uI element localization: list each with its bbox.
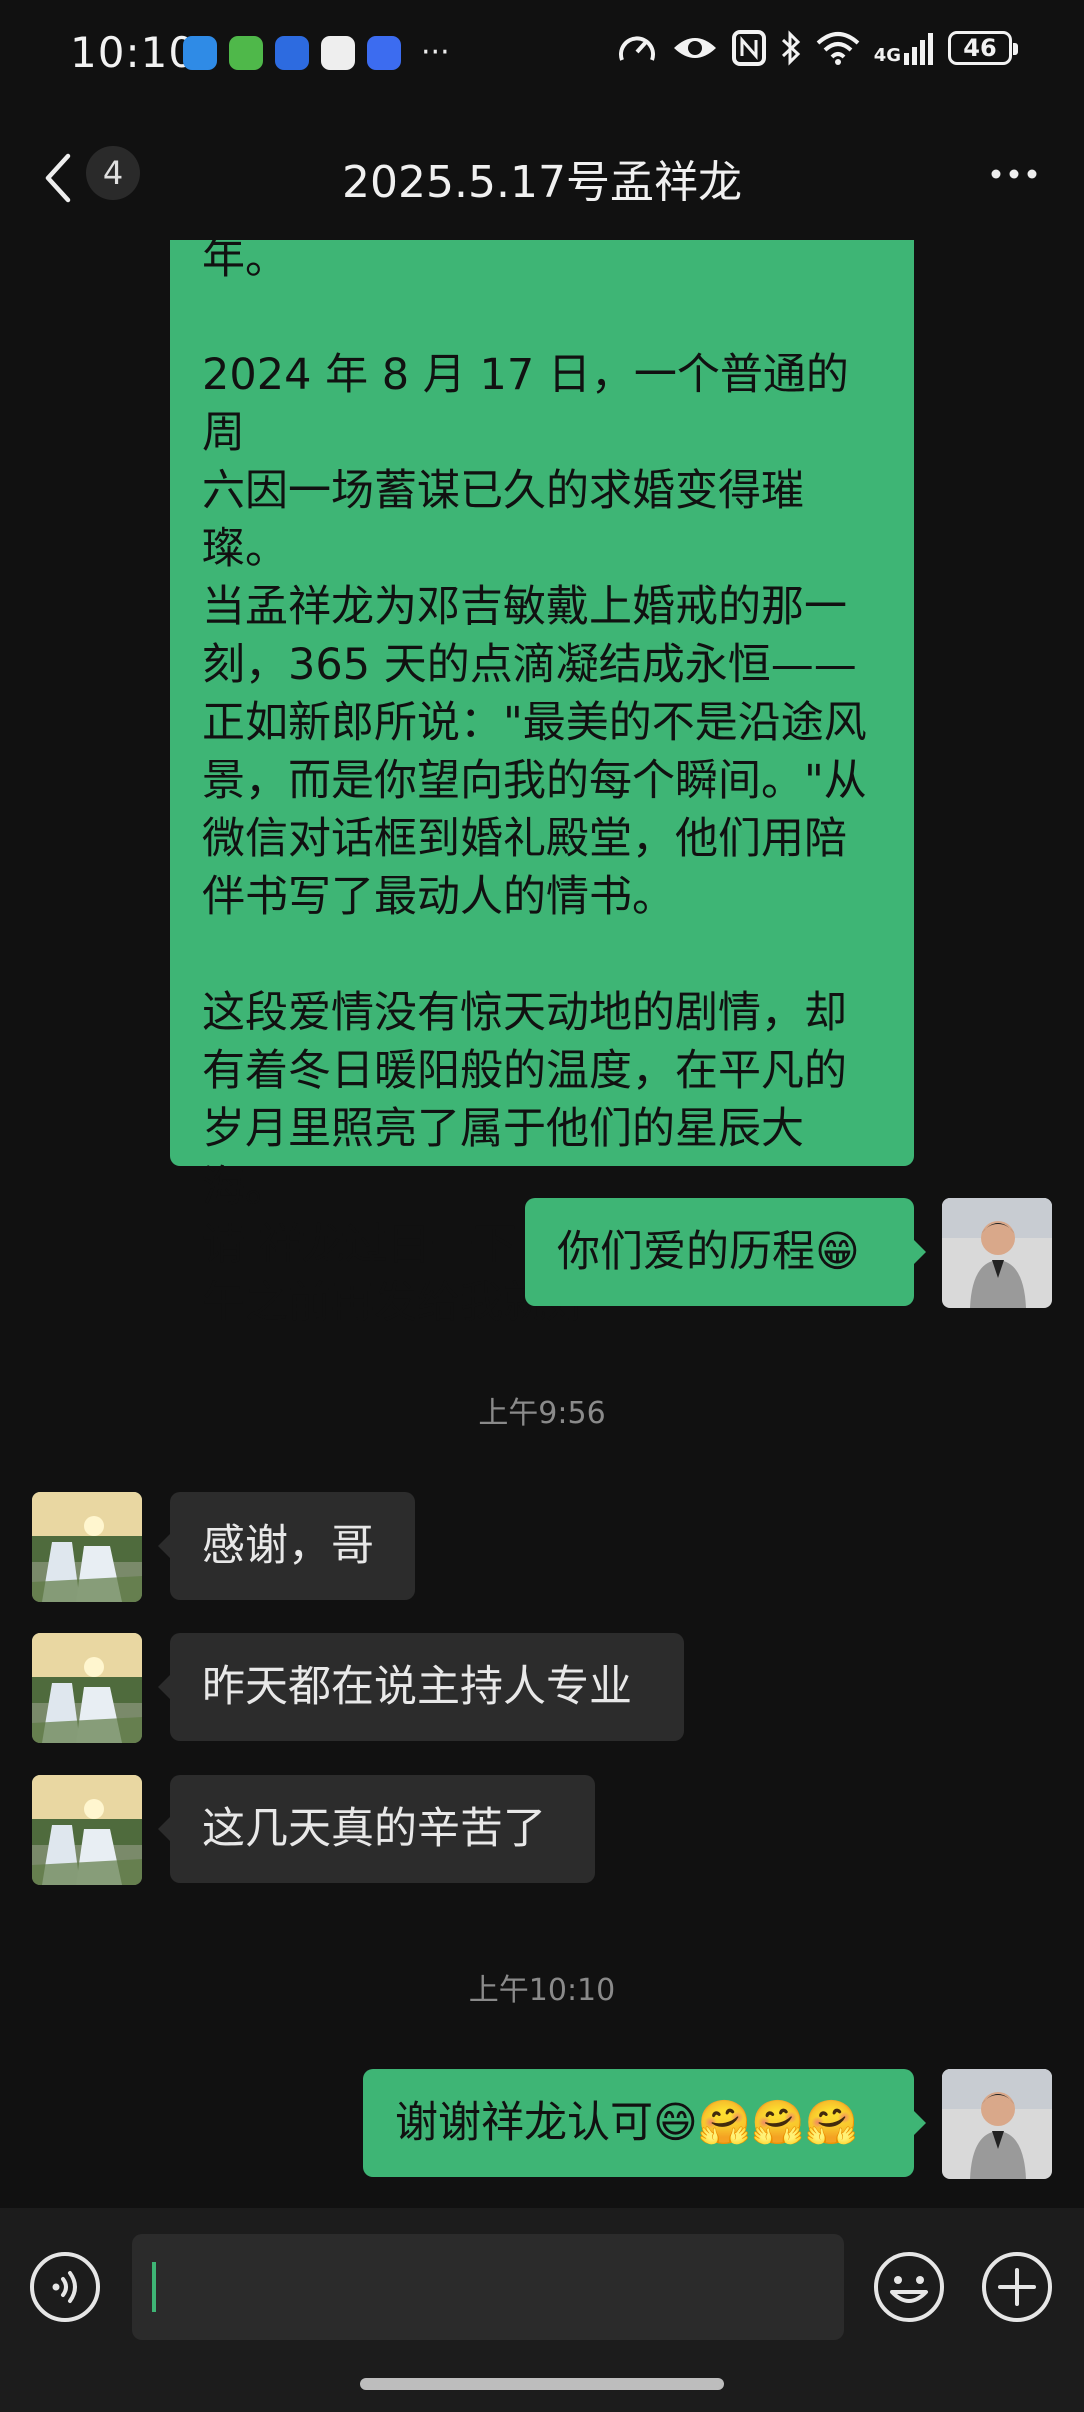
status-right: 4G 46 xyxy=(616,30,1018,66)
waterfall-avatar-icon xyxy=(32,1492,142,1602)
contact-avatar[interactable] xyxy=(32,1775,142,1885)
timestamp: 上午10:10 xyxy=(468,1973,616,2008)
wifi-icon xyxy=(816,32,860,65)
plus-icon[interactable] xyxy=(980,2250,1054,2324)
video-app-icon xyxy=(321,36,355,70)
bubble-tail xyxy=(158,1817,170,1841)
map-app-icon xyxy=(229,36,263,70)
bubble-tail xyxy=(158,1675,170,1699)
message-bubble-long[interactable]: 年。 2024 年 8 月 17 日，一个普通的周 六因一场蓄谋已久的求婚变得璀… xyxy=(170,240,914,1328)
bubble-tail xyxy=(158,1534,170,1558)
message-text: 感谢，哥 xyxy=(202,1521,374,1571)
message-input[interactable] xyxy=(132,2234,844,2340)
nfc-icon xyxy=(731,30,766,66)
browser-app-icon xyxy=(275,36,309,70)
waterfall-avatar-icon xyxy=(32,1775,142,1885)
speedometer-icon xyxy=(618,36,655,61)
message-bubble-other[interactable]: 昨天都在说主持人专业 xyxy=(170,1633,684,1741)
bubble-tail xyxy=(914,1240,926,1264)
contact-avatar[interactable] xyxy=(32,1492,142,1602)
chat-header: 4 2025.5.17号孟祥龙 xyxy=(0,110,1084,240)
more-notifications-icon: ··· xyxy=(421,35,450,70)
home-indicator[interactable] xyxy=(360,2378,724,2390)
mail-app-icon xyxy=(367,36,401,70)
bluetooth-icon xyxy=(781,30,800,66)
voice-input-icon[interactable] xyxy=(28,2250,102,2324)
status-bar: 10:10 ··· 4G 46 xyxy=(0,0,1084,110)
contact-avatar[interactable] xyxy=(32,1633,142,1743)
message-text: 谢谢祥龙认可😄🤗🤗🤗 xyxy=(395,2098,859,2148)
notification-icons: ··· xyxy=(183,36,450,70)
more-options-icon[interactable] xyxy=(984,154,1044,194)
message-text-long: 2024 年 8 月 17 日，一个普通的周 六因一场蓄谋已久的求婚变得璀璨。 … xyxy=(202,350,867,1328)
timestamp: 上午9:56 xyxy=(478,1396,606,1431)
message-text: 你们爱的历程😁 xyxy=(557,1227,860,1277)
emoji-icon[interactable] xyxy=(872,2250,946,2324)
network-label: 4G xyxy=(873,45,901,66)
person-avatar-icon xyxy=(942,2069,1052,2179)
message-bubble-other[interactable]: 这几天真的辛苦了 xyxy=(170,1775,595,1883)
person-avatar-icon xyxy=(942,1198,1052,1308)
message-bubble-me[interactable]: 你们爱的历程😁 xyxy=(525,1198,914,1306)
message-list[interactable]: 年。 2024 年 8 月 17 日，一个普通的周 六因一场蓄谋已久的求婚变得璀… xyxy=(0,240,1084,2208)
bubble-tail xyxy=(914,2111,926,2135)
message-text: 昨天都在说主持人专业 xyxy=(202,1662,632,1712)
eye-icon xyxy=(673,38,716,58)
text-caret xyxy=(152,2262,156,2312)
signal-icon xyxy=(904,33,933,65)
weather-app-icon xyxy=(183,36,217,70)
input-bar xyxy=(0,2208,1084,2412)
waterfall-avatar-icon xyxy=(32,1633,142,1743)
message-bubble-me[interactable]: 谢谢祥龙认可😄🤗🤗🤗 xyxy=(363,2069,914,2177)
message-text: 这几天真的辛苦了 xyxy=(202,1804,546,1854)
my-avatar[interactable] xyxy=(942,1198,1052,1308)
chat-title: 2025.5.17号孟祥龙 xyxy=(342,157,742,208)
battery-indicator: 46 xyxy=(948,31,1018,65)
signal-group: 4G xyxy=(874,31,934,65)
my-avatar[interactable] xyxy=(942,2069,1052,2179)
message-text-cut: 年。 xyxy=(202,240,288,284)
message-bubble-other[interactable]: 感谢，哥 xyxy=(170,1492,415,1600)
status-time: 10:10 xyxy=(70,28,197,77)
